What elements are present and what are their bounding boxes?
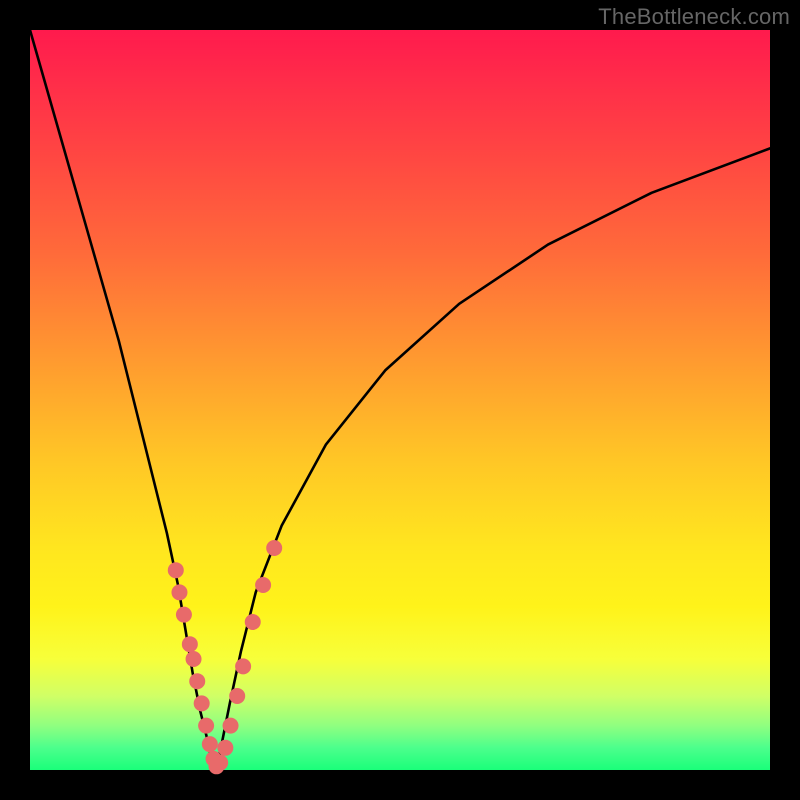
curve-dot [182, 636, 198, 652]
curve-dot [189, 673, 205, 689]
curve-dot [168, 562, 184, 578]
curve-dot [171, 584, 187, 600]
curve-dot [255, 577, 271, 593]
chart-svg [30, 30, 770, 770]
curve-dot [202, 736, 218, 752]
curve-dot [194, 695, 210, 711]
chart-frame: TheBottleneck.com [0, 0, 800, 800]
watermark-text: TheBottleneck.com [598, 4, 790, 30]
curve-dot [212, 755, 228, 771]
curve-dot [266, 540, 282, 556]
plot-area [30, 30, 770, 770]
curve-dot [217, 740, 233, 756]
curve-dot [198, 718, 214, 734]
curve-dot [186, 651, 202, 667]
curve-dots [168, 540, 282, 774]
curve-dot [176, 607, 192, 623]
curve-dot [245, 614, 261, 630]
bottleneck-curve [30, 30, 770, 770]
curve-dot [235, 658, 251, 674]
curve-dot [229, 688, 245, 704]
curve-dot [223, 718, 239, 734]
